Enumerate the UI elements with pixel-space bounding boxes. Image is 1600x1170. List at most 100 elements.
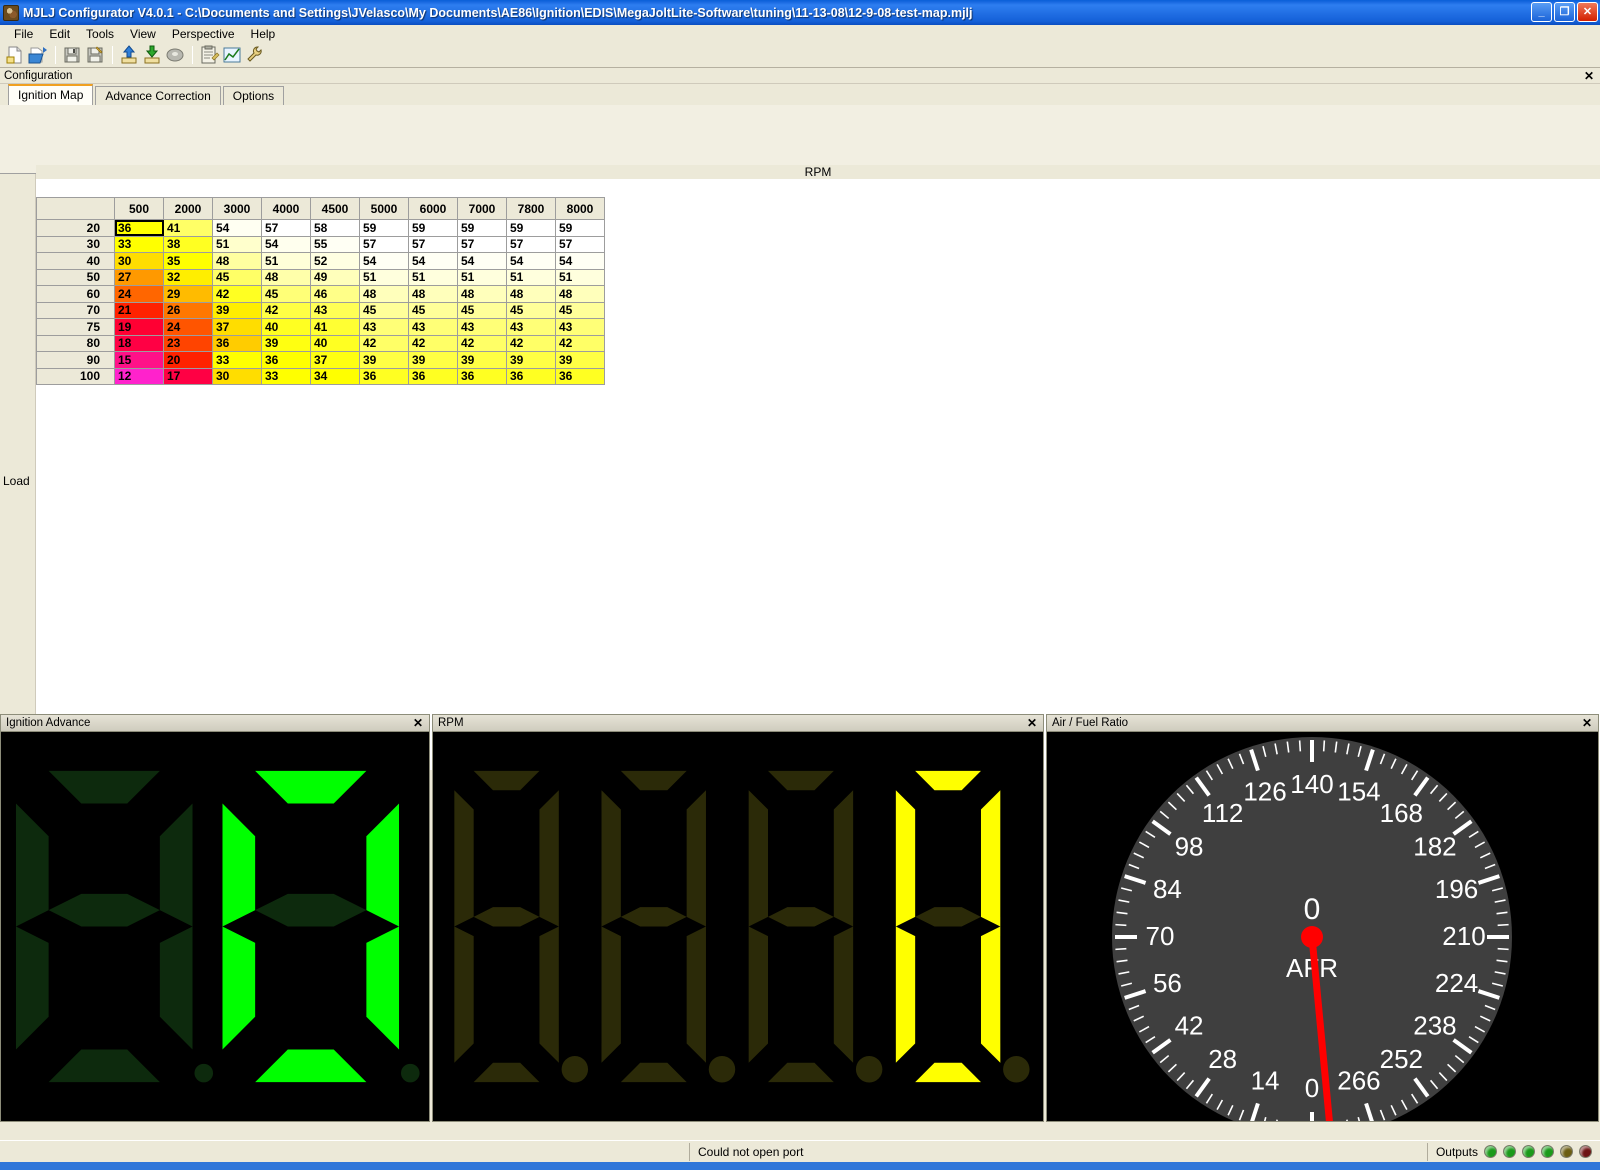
map-cell-100-4500[interactable]: 34 [310, 367, 360, 385]
row-header-60[interactable]: 60 [36, 285, 115, 303]
map-cell-40-6000[interactable]: 54 [408, 252, 458, 270]
map-cell-75-8000[interactable]: 43 [555, 318, 605, 336]
wrench-icon[interactable] [244, 44, 266, 66]
map-cell-50-5000[interactable]: 51 [359, 268, 409, 286]
map-cell-80-7000[interactable]: 42 [457, 334, 507, 352]
map-cell-75-7000[interactable]: 43 [457, 318, 507, 336]
menu-item-help[interactable]: Help [243, 26, 284, 42]
ignition-map-table[interactable]: 500 2000 3000 4000 4500 5000 6000 7000 7800 8000 … [36, 197, 605, 385]
map-cell-40-500[interactable]: 30 [114, 252, 164, 270]
map-cell-70-5000[interactable]: 45 [359, 301, 409, 319]
map-cell-60-7800[interactable]: 48 [506, 285, 556, 303]
map-cell-60-3000[interactable]: 42 [212, 285, 262, 303]
column-header-2000[interactable]: 2000 [163, 197, 213, 220]
map-cell-40-8000[interactable]: 54 [555, 252, 605, 270]
map-cell-20-8000[interactable]: 59 [555, 219, 605, 237]
map-cell-70-6000[interactable]: 45 [408, 301, 458, 319]
map-cell-100-6000[interactable]: 36 [408, 367, 458, 385]
map-cell-40-4500[interactable]: 52 [310, 252, 360, 270]
map-cell-60-500[interactable]: 24 [114, 285, 164, 303]
map-cell-80-2000[interactable]: 23 [163, 334, 213, 352]
tab-ignition-map[interactable]: Ignition Map [8, 84, 94, 105]
map-cell-75-3000[interactable]: 37 [212, 318, 262, 336]
map-cell-80-8000[interactable]: 42 [555, 334, 605, 352]
map-cell-70-8000[interactable]: 45 [555, 301, 605, 319]
column-header-500[interactable]: 500 [114, 197, 164, 220]
afr-display[interactable]: 0 14 28 42 56 70 84 98 112 126 140 154 168 182 196 210 2… [1047, 732, 1598, 1121]
map-cell-75-4000[interactable]: 40 [261, 318, 311, 336]
map-cell-60-5000[interactable]: 48 [359, 285, 409, 303]
map-cell-50-4500[interactable]: 49 [310, 268, 360, 286]
map-cell-70-4000[interactable]: 42 [261, 301, 311, 319]
map-cell-70-2000[interactable]: 26 [163, 301, 213, 319]
column-header-6000[interactable]: 6000 [408, 197, 458, 220]
column-header-7000[interactable]: 7000 [457, 197, 507, 220]
column-header-4500[interactable]: 4500 [310, 197, 360, 220]
map-cell-30-4500[interactable]: 55 [310, 235, 360, 253]
ignition-advance-display[interactable] [1, 732, 429, 1121]
map-cell-100-3000[interactable]: 30 [212, 367, 262, 385]
map-cell-20-500[interactable]: 36 [114, 219, 164, 237]
map-cell-75-4500[interactable]: 41 [310, 318, 360, 336]
map-cell-40-3000[interactable]: 48 [212, 252, 262, 270]
map-cell-90-4000[interactable]: 36 [261, 351, 311, 369]
map-cell-30-5000[interactable]: 57 [359, 235, 409, 253]
column-header-5000[interactable]: 5000 [359, 197, 409, 220]
map-cell-40-7000[interactable]: 54 [457, 252, 507, 270]
map-cell-30-4000[interactable]: 54 [261, 235, 311, 253]
map-cell-70-3000[interactable]: 39 [212, 301, 262, 319]
map-cell-75-7800[interactable]: 43 [506, 318, 556, 336]
configuration-close-icon[interactable]: ✕ [1584, 68, 1594, 84]
map-cell-60-6000[interactable]: 48 [408, 285, 458, 303]
map-cell-90-8000[interactable]: 39 [555, 351, 605, 369]
map-cell-50-4000[interactable]: 48 [261, 268, 311, 286]
save-as-icon[interactable] [84, 44, 106, 66]
map-cell-100-7800[interactable]: 36 [506, 367, 556, 385]
map-cell-20-3000[interactable]: 54 [212, 219, 262, 237]
rpm-display[interactable] [433, 732, 1043, 1121]
map-cell-50-2000[interactable]: 32 [163, 268, 213, 286]
map-cell-20-5000[interactable]: 59 [359, 219, 409, 237]
map-cell-40-2000[interactable]: 35 [163, 252, 213, 270]
map-cell-80-3000[interactable]: 36 [212, 334, 262, 352]
map-cell-30-8000[interactable]: 57 [555, 235, 605, 253]
tab-advance-correction[interactable]: Advance Correction [95, 86, 221, 105]
map-cell-75-500[interactable]: 19 [114, 318, 164, 336]
close-button[interactable]: ✕ [1577, 2, 1598, 22]
menu-item-perspective[interactable]: Perspective [164, 26, 243, 42]
map-cell-20-7000[interactable]: 59 [457, 219, 507, 237]
save-icon[interactable] [61, 44, 83, 66]
map-cell-70-7800[interactable]: 45 [506, 301, 556, 319]
burn-icon[interactable] [164, 44, 186, 66]
map-cell-50-7000[interactable]: 51 [457, 268, 507, 286]
map-cell-100-8000[interactable]: 36 [555, 367, 605, 385]
column-header-7800[interactable]: 7800 [506, 197, 556, 220]
map-cell-40-7800[interactable]: 54 [506, 252, 556, 270]
map-cell-100-4000[interactable]: 33 [261, 367, 311, 385]
clipboard-icon[interactable] [198, 44, 220, 66]
map-cell-30-7800[interactable]: 57 [506, 235, 556, 253]
map-cell-80-4000[interactable]: 39 [261, 334, 311, 352]
maximize-button[interactable]: ❐ [1554, 2, 1575, 22]
map-cell-90-2000[interactable]: 20 [163, 351, 213, 369]
map-cell-90-6000[interactable]: 39 [408, 351, 458, 369]
column-header-3000[interactable]: 3000 [212, 197, 262, 220]
map-cell-40-4000[interactable]: 51 [261, 252, 311, 270]
column-header-8000[interactable]: 8000 [555, 197, 605, 220]
map-cell-70-7000[interactable]: 45 [457, 301, 507, 319]
map-cell-20-4000[interactable]: 57 [261, 219, 311, 237]
afr-close-icon[interactable]: ✕ [1582, 715, 1592, 732]
map-cell-100-2000[interactable]: 17 [163, 367, 213, 385]
row-header-40[interactable]: 40 [36, 252, 115, 270]
map-cell-90-500[interactable]: 15 [114, 351, 164, 369]
menu-item-edit[interactable]: Edit [41, 26, 78, 42]
map-cell-80-4500[interactable]: 40 [310, 334, 360, 352]
map-cell-75-6000[interactable]: 43 [408, 318, 458, 336]
minimize-button[interactable]: _ [1531, 2, 1552, 22]
chart-icon[interactable] [221, 44, 243, 66]
map-cell-100-500[interactable]: 12 [114, 367, 164, 385]
open-folder-icon[interactable] [27, 44, 49, 66]
new-file-icon[interactable] [4, 44, 26, 66]
row-header-20[interactable]: 20 [36, 219, 115, 237]
tab-options[interactable]: Options [222, 86, 285, 105]
